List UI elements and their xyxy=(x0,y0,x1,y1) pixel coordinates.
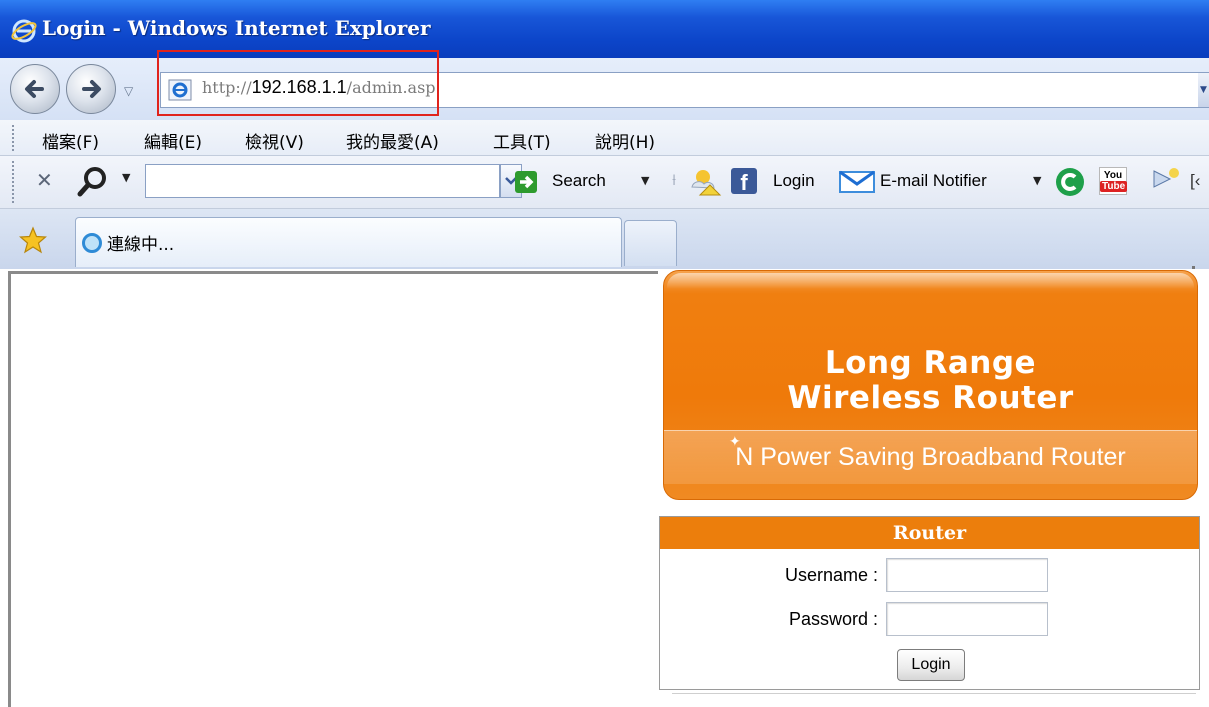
facebook-login-label[interactable]: Login xyxy=(773,171,815,191)
youtube-icon[interactable]: You Tube xyxy=(1099,167,1128,195)
favorites-star-icon[interactable] xyxy=(19,226,47,254)
login-button[interactable]: Login xyxy=(897,649,965,681)
menu-favorites[interactable]: 我的最愛(A) xyxy=(346,128,439,153)
toolbar-separator-icon: ⟊ xyxy=(672,170,677,189)
search-button-label[interactable]: Search xyxy=(552,171,606,191)
forward-arrow-icon xyxy=(82,80,101,98)
toolbar-grip[interactable] xyxy=(12,161,14,203)
green-c-icon[interactable] xyxy=(1056,168,1084,196)
frame-border-top xyxy=(8,271,658,274)
ie-logo-icon xyxy=(11,19,37,43)
banner-title-line1: Long Range xyxy=(824,345,1037,381)
username-field[interactable] xyxy=(886,558,1048,592)
close-icon[interactable]: ✕ xyxy=(36,168,53,192)
toolbar-overflow-text[interactable]: [‹ xyxy=(1190,171,1200,191)
password-label: Password : xyxy=(788,609,878,629)
search-options-dropdown-icon[interactable]: ▼ xyxy=(641,174,649,187)
forward-button[interactable] xyxy=(66,64,116,114)
frame-corner-mark xyxy=(1192,266,1195,269)
password-field[interactable] xyxy=(886,602,1048,636)
weather-icon[interactable] xyxy=(688,165,724,197)
menu-file[interactable]: 檔案(F) xyxy=(42,128,99,153)
page-ie-icon xyxy=(168,79,192,101)
banner-subtitle: N Power Saving Broadband Router xyxy=(735,443,1126,471)
menu-view[interactable]: 檢視(V) xyxy=(245,128,304,153)
url-protocol: http:// xyxy=(202,78,252,97)
misc-icon[interactable] xyxy=(1150,165,1190,197)
mail-icon[interactable] xyxy=(839,170,875,194)
back-button[interactable] xyxy=(10,64,60,114)
toolbar-search-input[interactable] xyxy=(145,164,500,198)
form-bottom-divider xyxy=(672,693,1196,694)
banner-title-line2: Wireless Router xyxy=(787,380,1074,416)
magnifier-icon[interactable] xyxy=(76,165,110,199)
url-host: 192.168.1.1 xyxy=(251,77,347,97)
username-label: Username : xyxy=(784,565,878,585)
recent-pages-dropdown-icon[interactable]: ▽ xyxy=(124,84,133,98)
facebook-icon[interactable]: f xyxy=(731,168,757,195)
new-tab-button[interactable] xyxy=(624,220,677,266)
banner-title: Long Range Wireless Router xyxy=(663,346,1198,416)
banner-gloss xyxy=(667,273,1194,289)
menu-tools[interactable]: 工具(T) xyxy=(493,128,551,153)
url-path: /admin.asp xyxy=(346,78,436,97)
email-notifier-dropdown-icon[interactable]: ▼ xyxy=(1033,174,1041,187)
green-arrow-icon[interactable] xyxy=(515,171,537,193)
menu-help[interactable]: 說明(H) xyxy=(595,128,655,153)
frame-border-left xyxy=(8,271,11,707)
email-notifier-label[interactable]: E-mail Notifier xyxy=(880,171,987,191)
menu-grip[interactable] xyxy=(12,125,14,151)
login-header: Router xyxy=(660,517,1199,549)
address-url[interactable]: http://192.168.1.1/admin.asp xyxy=(202,77,436,98)
search-engine-dropdown-icon[interactable]: ▼ xyxy=(122,171,130,184)
window-title: Login - Windows Internet Explorer xyxy=(42,16,431,40)
address-dropdown-icon[interactable]: ▼ xyxy=(1198,73,1209,107)
back-arrow-icon xyxy=(25,80,44,98)
tab-label[interactable]: 連線中... xyxy=(107,230,174,255)
menu-edit[interactable]: 編輯(E) xyxy=(144,128,202,153)
loading-spinner-icon xyxy=(82,233,102,253)
